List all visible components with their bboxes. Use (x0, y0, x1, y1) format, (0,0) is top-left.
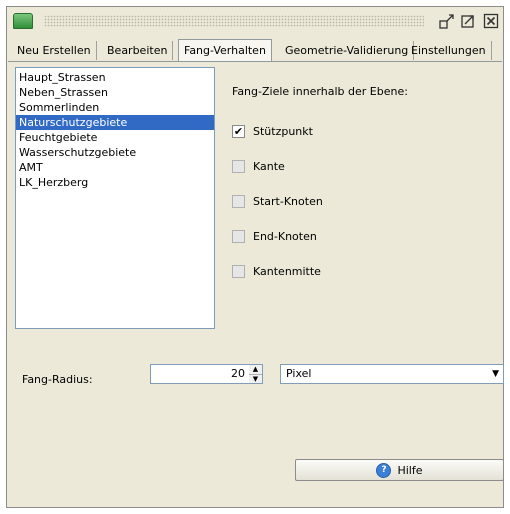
checkbox-end-knoten[interactable]: End-Knoten (232, 228, 317, 244)
checkbox-unchecked-icon[interactable] (232, 194, 245, 208)
close-icon[interactable] (482, 12, 500, 30)
checkbox-label: End-Knoten (253, 229, 317, 243)
checkbox-unchecked-icon[interactable] (232, 159, 245, 173)
checkbox-unchecked-icon[interactable] (232, 264, 245, 278)
app-icon (13, 13, 33, 29)
tab-einstellungen[interactable]: Einstellungen (406, 41, 492, 60)
help-button-label: Hilfe (397, 463, 423, 477)
unit-select[interactable]: Pixel ▼ (280, 364, 504, 384)
tab-neu-erstellen[interactable]: Neu Erstellen (12, 41, 97, 60)
spin-down-icon[interactable]: ▼ (249, 375, 262, 384)
snapping-panel: Neu Erstellen Bearbeiten Fang-Verhalten … (6, 6, 504, 508)
list-item[interactable]: LK_Herzberg (16, 175, 214, 190)
list-item[interactable]: AMT (16, 160, 214, 175)
checkbox-checked-icon[interactable]: ✔ (232, 124, 245, 138)
spin-up-icon[interactable]: ▲ (249, 365, 262, 375)
list-item[interactable]: Haupt_Strassen (16, 70, 214, 85)
list-item[interactable]: Sommerlinden (16, 100, 214, 115)
title-bar[interactable] (8, 8, 502, 34)
drag-grip[interactable] (44, 15, 424, 27)
checkbox-start-knoten[interactable]: Start-Knoten (232, 193, 323, 209)
snap-radius-input[interactable]: 20 (150, 364, 250, 384)
maximize-icon[interactable] (459, 12, 477, 30)
checkbox-stuetzpunkt[interactable]: ✔ Stützpunkt (232, 123, 313, 139)
list-item-selected[interactable]: Naturschutzgebiete (16, 115, 214, 130)
help-icon: ? (376, 462, 392, 478)
checkbox-unchecked-icon[interactable] (232, 229, 245, 243)
layer-list[interactable]: Haupt_Strassen Neben_Strassen Sommerlind… (15, 67, 215, 329)
checkbox-kante[interactable]: Kante (232, 158, 285, 174)
tab-fang-verhalten[interactable]: Fang-Verhalten (178, 39, 272, 61)
help-button[interactable]: ? Hilfe (295, 459, 504, 481)
tab-bar: Neu Erstellen Bearbeiten Fang-Verhalten … (8, 39, 502, 62)
undock-icon[interactable] (438, 12, 456, 30)
snap-radius-spinner[interactable]: ▲ ▼ (249, 364, 263, 384)
checkbox-label: Stützpunkt (253, 124, 313, 138)
tab-geometrie-validierung[interactable]: Geometrie-Validierung (280, 41, 415, 60)
list-item[interactable]: Wasserschutzgebiete (16, 145, 214, 160)
checkbox-label: Kante (253, 159, 285, 173)
checkbox-label: Kantenmitte (253, 264, 321, 278)
checkbox-kantenmitte[interactable]: Kantenmitte (232, 263, 321, 279)
list-item[interactable]: Neben_Strassen (16, 85, 214, 100)
unit-select-value: Pixel (286, 367, 312, 380)
tab-bearbeiten[interactable]: Bearbeiten (102, 41, 174, 60)
snap-targets-heading: Fang-Ziele innerhalb der Ebene: (232, 85, 408, 98)
chevron-down-icon[interactable]: ▼ (492, 365, 499, 383)
list-item[interactable]: Feuchtgebiete (16, 130, 214, 145)
snap-radius-label: Fang-Radius: (22, 373, 93, 386)
checkbox-label: Start-Knoten (253, 194, 323, 208)
